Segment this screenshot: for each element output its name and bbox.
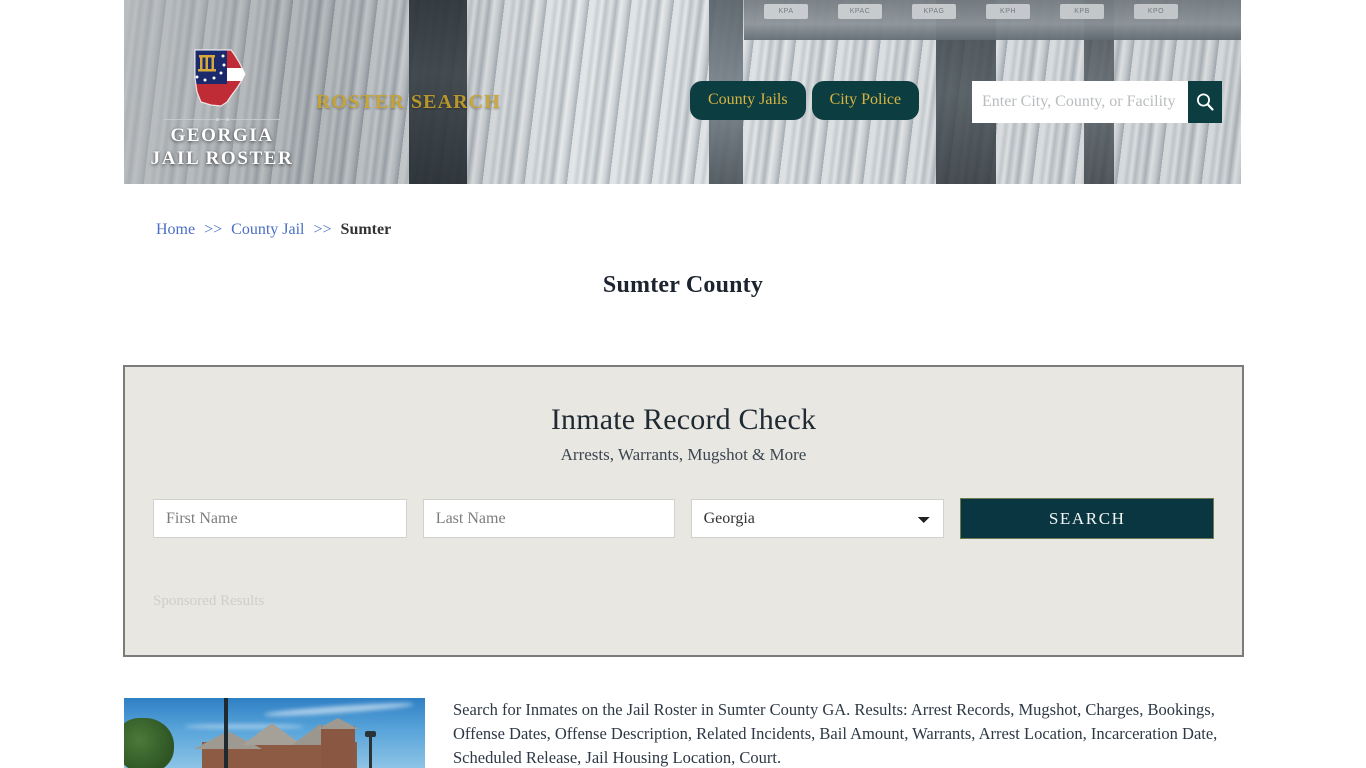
breadcrumb: Home >> County Jail >> Sumter	[156, 221, 391, 239]
street-lamp	[369, 734, 372, 768]
georgia-state-flag-shape-icon	[187, 44, 257, 114]
breadcrumb-current: Sumter	[340, 221, 392, 238]
header-tagline: ROSTER SEARCH	[316, 91, 501, 113]
search-icon	[1197, 93, 1214, 111]
nav-city-police-button[interactable]: City Police	[811, 81, 920, 120]
header-nav: County Jails City Police	[690, 81, 920, 120]
sponsored-results-label: Sponsored Results	[153, 593, 265, 609]
brand-line-1: GEORGIA	[170, 125, 274, 146]
county-content-row: Search for Inmates on the Jail Roster in…	[124, 698, 1244, 768]
breadcrumb-county-jail-link[interactable]: County Jail	[231, 221, 304, 238]
header-search-bar	[972, 81, 1222, 123]
inmate-search-form: Georgia SEARCH	[153, 498, 1214, 539]
inmate-record-check-panel: Inmate Record Check Arrests, Warrants, M…	[123, 365, 1244, 657]
page-root: KPA KPAC KPAG KPH KPB KPO	[0, 0, 1366, 768]
nav-county-jails-button[interactable]: County Jails	[690, 81, 806, 120]
panel-subtitle: Arrests, Warrants, Mugshot & More	[560, 445, 807, 464]
brand-line-2: JAIL ROSTER	[150, 148, 294, 169]
header-search-input[interactable]	[972, 81, 1188, 123]
breadcrumb-separator: >>	[313, 221, 332, 238]
street-lamp-head	[365, 731, 376, 737]
panel-title: Inmate Record Check	[550, 403, 817, 436]
brand-logo[interactable]: GEORGIA JAIL ROSTER	[147, 44, 297, 170]
search-icon-button[interactable]	[1188, 81, 1222, 123]
county-description-paragraph: Search for Inmates on the Jail Roster in…	[453, 700, 1218, 767]
courthouse-tower	[321, 726, 355, 768]
county-courthouse-photo	[124, 698, 425, 768]
flagpole	[224, 698, 228, 768]
first-name-input[interactable]	[153, 499, 407, 538]
breadcrumb-separator: >>	[204, 221, 223, 238]
page-title: Sumter County	[602, 272, 764, 298]
breadcrumb-home-link[interactable]: Home	[156, 221, 195, 238]
brand-divider	[164, 118, 280, 121]
last-name-input[interactable]	[422, 499, 675, 538]
courthouse-tower-roof	[317, 718, 359, 729]
inmate-search-button[interactable]: SEARCH	[960, 498, 1214, 539]
state-select[interactable]: Georgia	[690, 499, 945, 538]
